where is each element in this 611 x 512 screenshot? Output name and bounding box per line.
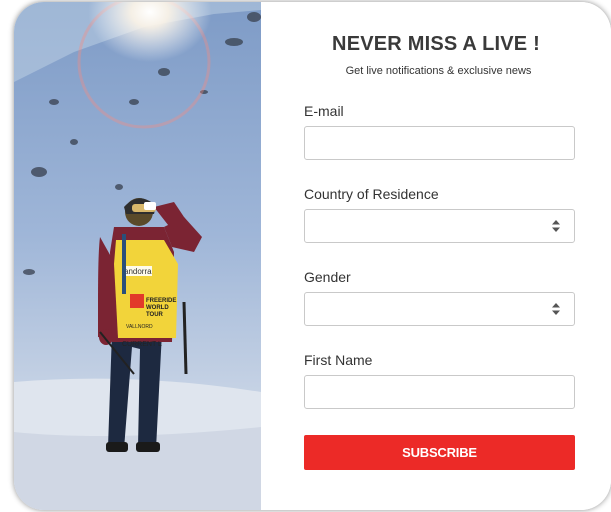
- svg-text:WORLD: WORLD: [146, 305, 169, 311]
- hero-photo: andorra FREERIDE WORLD TOUR VALLNORD CUR…: [14, 2, 261, 510]
- svg-text:TOUR: TOUR: [146, 312, 164, 318]
- email-field[interactable]: [304, 126, 575, 160]
- first-name-label: First Name: [304, 352, 373, 368]
- gender-select[interactable]: [304, 292, 575, 326]
- gender-label: Gender: [304, 269, 351, 285]
- country-label: Country of Residence: [304, 186, 439, 202]
- svg-text:VALLNORD: VALLNORD: [126, 324, 153, 330]
- signup-form: NEVER MISS A LIVE ! Get live notificatio…: [261, 2, 611, 510]
- subscribe-modal: andorra FREERIDE WORLD TOUR VALLNORD CUR…: [14, 2, 611, 510]
- form-title: NEVER MISS A LIVE !: [332, 33, 540, 55]
- subscribe-button[interactable]: SUBSCRIBE: [304, 435, 575, 470]
- country-select[interactable]: [304, 209, 575, 243]
- svg-text:FREERIDE: FREERIDE: [146, 298, 176, 304]
- svg-text:CURRENT L: CURRENT L: [122, 341, 162, 348]
- skier-photo-illustration: andorra FREERIDE WORLD TOUR VALLNORD CUR…: [14, 2, 261, 510]
- svg-text:andorra: andorra: [124, 267, 152, 276]
- select-arrows-icon: [552, 220, 560, 232]
- first-name-field[interactable]: [304, 375, 575, 409]
- form-subtitle: Get live notifications & exclusive news: [345, 65, 532, 77]
- select-arrows-icon: [552, 303, 560, 315]
- email-label: E-mail: [304, 103, 344, 119]
